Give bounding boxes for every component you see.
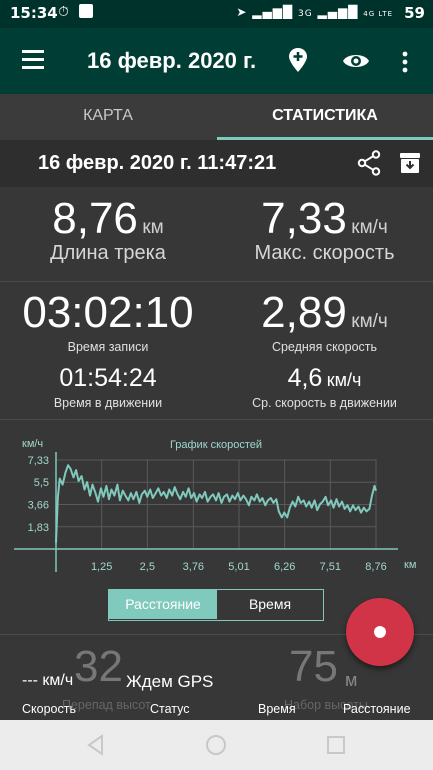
speed-label: Скорость bbox=[22, 702, 76, 716]
signal-icon: ▂▄▆█ bbox=[317, 5, 359, 19]
speed-chart: км/ч График скоростей км 1,25 2,5 3,76 5,01… bbox=[14, 438, 416, 573]
chart-series-line bbox=[55, 464, 377, 543]
max-speed-unit: км/ч bbox=[351, 217, 388, 238]
moving-time-label: Время в движении bbox=[53, 396, 163, 410]
divider bbox=[0, 419, 433, 420]
track-length-value: 8,76 bbox=[52, 194, 138, 243]
chart-x-tick: 3,76 bbox=[183, 561, 204, 573]
chart-x-tick: 8,76 bbox=[365, 561, 386, 573]
network-4g: 4G LTE bbox=[363, 10, 393, 18]
stat-record-time: 03:02:10 Время записи bbox=[0, 288, 216, 354]
avg-moving-speed-label: Ср. скорость в движении bbox=[252, 396, 397, 410]
status-right-icons: ➤ ▂▄▆█ 3G ▂▄▆█ 4G LTE bbox=[236, 5, 393, 19]
system-nav-bar bbox=[0, 720, 433, 770]
tab-bar: КАРТА СТАТИСТИКА bbox=[0, 94, 433, 140]
moving-time-value: 01:54:24 bbox=[59, 364, 157, 392]
record-time-value: 03:02:10 bbox=[22, 288, 194, 337]
menu-icon[interactable] bbox=[22, 50, 44, 74]
avg-speed-value: 2,89 bbox=[261, 288, 347, 337]
chart-ylabel: км/ч bbox=[22, 438, 43, 450]
back-icon[interactable] bbox=[86, 734, 106, 756]
add-marker-icon[interactable] bbox=[286, 46, 310, 74]
telegram-icon bbox=[79, 4, 94, 18]
avg-moving-speed-unit: км/ч bbox=[326, 370, 362, 390]
chart-ticks: 1,25 2,5 3,76 5,01 6,26 7,51 8,76 7,33 5,5 3,66 1,… bbox=[28, 455, 387, 573]
chart-title: График скоростей bbox=[170, 439, 262, 451]
chart-y-tick: 7,33 bbox=[28, 455, 49, 467]
track-length-unit: км bbox=[142, 217, 164, 238]
track-header: 16 февр. 2020 г. 11:47:21 bbox=[0, 140, 433, 187]
max-speed-value: 7,33 bbox=[261, 194, 347, 243]
location-arrow-icon: ➤ bbox=[236, 5, 248, 19]
more-vert-icon[interactable] bbox=[400, 50, 410, 74]
avg-moving-speed-value: 4,6 bbox=[287, 364, 323, 392]
axis-toggle: Расстояние Время bbox=[108, 589, 324, 621]
elev-gain-value: 75 bbox=[289, 642, 338, 691]
stat-avg-moving-speed: 4,6 км/ч Ср. скорость в движении bbox=[216, 364, 433, 410]
elev-gain-unit: м bbox=[345, 670, 358, 690]
eye-icon[interactable] bbox=[341, 50, 371, 72]
app-title: 16 февр. 2020 г. 11:47:21 bbox=[87, 48, 257, 73]
alarm-icon: ⏱ bbox=[58, 4, 69, 20]
track-length-label: Длина трека bbox=[50, 242, 166, 264]
record-button[interactable] bbox=[346, 598, 414, 666]
battery-level: 59 bbox=[404, 4, 425, 22]
toggle-distance[interactable]: Расстояние bbox=[109, 590, 217, 619]
chart-y-tick: 5,5 bbox=[34, 477, 49, 489]
speed-value: --- км/ч bbox=[22, 672, 74, 689]
chart-x-tick: 2,5 bbox=[140, 561, 155, 573]
status-value: Ждем GPS bbox=[126, 672, 214, 691]
stat-track-length: 8,76 км Длина трека bbox=[0, 194, 216, 265]
divider bbox=[0, 281, 433, 282]
tab-map[interactable]: КАРТА bbox=[0, 94, 216, 140]
stat-moving-time: 01:54:24 Время в движении bbox=[0, 364, 216, 410]
avg-speed-label: Средняя скорость bbox=[271, 340, 378, 354]
share-icon[interactable] bbox=[357, 150, 381, 176]
chart-x-tick: 7,51 bbox=[320, 561, 341, 573]
recents-icon[interactable] bbox=[326, 735, 346, 755]
stat-max-speed: 7,33 км/ч Макс. скорость bbox=[216, 194, 433, 265]
stat-avg-speed: 2,89 км/ч Средняя скорость bbox=[216, 288, 433, 354]
time-label: Время bbox=[258, 702, 296, 716]
home-icon[interactable] bbox=[205, 734, 227, 756]
record-dot-icon bbox=[374, 626, 386, 638]
record-time-label: Время записи bbox=[67, 340, 149, 354]
tab-statistics[interactable]: СТАТИСТИКА bbox=[217, 94, 433, 140]
chart-y-tick: 3,66 bbox=[28, 500, 49, 512]
distance-label: Расстояние bbox=[343, 702, 411, 716]
elevation-value: 32 bbox=[74, 642, 123, 691]
chart-x-tick: 1,25 bbox=[91, 561, 112, 573]
chart-x-tick: 5,01 bbox=[228, 561, 249, 573]
status-bar: 15:34 ⏱ ➤ ▂▄▆█ 3G ▂▄▆█ 4G LTE 59 bbox=[0, 0, 433, 28]
chart-xlabel: км bbox=[404, 559, 416, 571]
chart-x-tick: 6,26 bbox=[274, 561, 295, 573]
track-datetime: 16 февр. 2020 г. 11:47:21 bbox=[38, 152, 277, 174]
status-time: 15:34 bbox=[10, 4, 58, 22]
status-left-icons: ⏱ bbox=[58, 4, 94, 20]
signal-icon: ▂▄▆█ bbox=[252, 5, 294, 19]
archive-icon[interactable] bbox=[399, 152, 421, 174]
max-speed-label: Макс. скорость bbox=[254, 242, 395, 264]
toggle-time[interactable]: Время bbox=[217, 590, 323, 619]
network-3g: 3G bbox=[297, 9, 313, 19]
status-label: Статус bbox=[150, 702, 190, 716]
avg-speed-unit: км/ч bbox=[351, 311, 388, 332]
chart-y-tick: 1,83 bbox=[28, 522, 49, 534]
app-bar: 16 февр. 2020 г. 11:47:21 bbox=[0, 28, 433, 94]
